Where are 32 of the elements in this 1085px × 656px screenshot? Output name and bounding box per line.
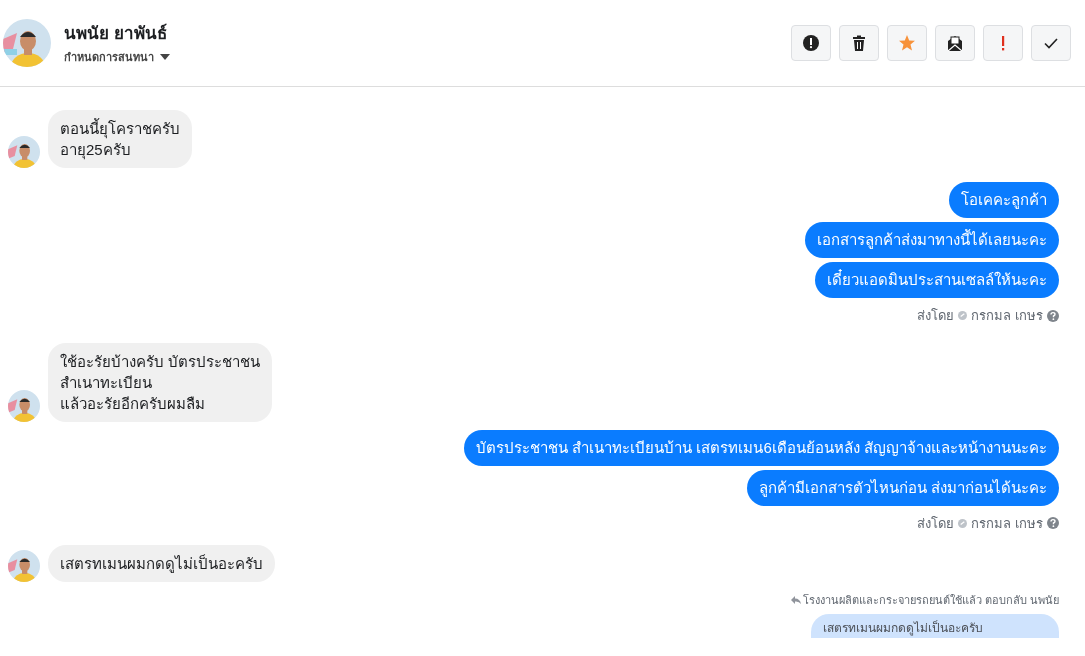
reply-icon (790, 596, 801, 605)
envelope-button[interactable] (935, 25, 975, 61)
contact-name: นพนัย ยาพันธ์ (64, 22, 168, 45)
alert-icon (803, 35, 819, 51)
star-icon (899, 35, 915, 51)
message-bubble: เสตรทเมนผมกดดูไม่เป็นอะครับ (811, 613, 1059, 638)
sent-by-label: ส่งโดย (917, 514, 955, 533)
message-bubble: บัตรประชาชน สำเนาทะเบียนบ้าน เสตรทเมน6เดือนย้อนหลัง สัญญาจ้างและหน้างานนะคะ (464, 429, 1059, 466)
check-button[interactable] (1031, 25, 1071, 61)
caret-icon[interactable] (160, 53, 170, 60)
message-bubble: โอเคคะลูกค้า (949, 182, 1059, 218)
trash-button[interactable] (839, 25, 879, 61)
sender-name: กรกมล เกษร (971, 514, 1043, 533)
message-bubble: ลูกค้ามีเอกสารตัวไหนก่อน ส่งมาก่อนได้นะคะ (746, 469, 1059, 506)
check-circle-icon (958, 518, 968, 528)
message-bubble: เอกสารลูกค้าส่งมาทางนี้ได้เลยนะคะ (805, 222, 1059, 258)
exclamation-icon (1001, 35, 1005, 51)
star-button[interactable] (887, 25, 927, 61)
trash-icon (851, 35, 867, 51)
envelope-icon (947, 35, 963, 51)
help-icon (1047, 309, 1059, 322)
sent-by-label: ส่งโดย (917, 307, 955, 325)
conversation-menu-link[interactable]: กำหนดการสนทนา (64, 48, 154, 65)
help-icon (1047, 517, 1059, 530)
message-bubble: ใช้อะรัยบ้างครับ บัตรประชาชน สำเนาทะเบียน แล้วอะรัยอีกครับผมลืม (48, 342, 273, 422)
alert-button[interactable] (791, 25, 831, 61)
message-bubble: เสตรทเมนผมกดดูไม่เป็นอะครับ (48, 545, 275, 582)
message-bubble: เดี๋ยวแอดมินประสานเซลล์ให้นะคะ (815, 262, 1059, 298)
check-circle-icon (958, 311, 968, 321)
sender-name: กรกมล เกษร (971, 307, 1043, 325)
reply-note: โรงงานผลิตและกระจายรถยนต์ใช้แล้ว ตอบกลับ นพนัย (802, 593, 1059, 608)
message-bubble: ตอนนี้ยุโคราชครับ อายุ25ครับ (48, 110, 192, 168)
